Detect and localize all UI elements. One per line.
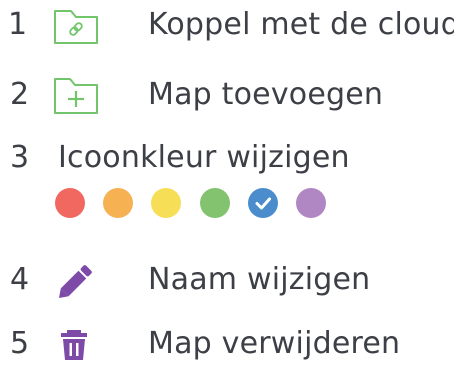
color-swatch-yellow[interactable] [151, 188, 181, 218]
menu-item-link-cloud[interactable]: 1 Koppel met de cloud [0, 3, 454, 47]
menu-item-label: Icoonkleur wijzigen [58, 140, 350, 175]
item-number: 4 [10, 262, 30, 297]
link-folder-icon [54, 10, 98, 44]
menu-item-delete[interactable]: 5 Map verwijderen [0, 322, 454, 366]
color-swatch-purple[interactable] [296, 188, 326, 218]
item-number: 3 [10, 140, 30, 175]
menu-item-label: Map verwijderen [148, 326, 401, 361]
color-swatch-blue[interactable] [248, 188, 278, 218]
color-swatch-red[interactable] [55, 188, 85, 218]
menu-item-label: Map toevoegen [148, 77, 384, 112]
add-folder-icon [54, 78, 98, 114]
pencil-icon [59, 265, 92, 298]
menu-item-label: Naam wijzigen [148, 262, 371, 297]
item-number: 2 [10, 77, 30, 112]
trash-icon [61, 330, 87, 360]
menu-item-icon-color: 3 Icoonkleur wijzigen [0, 136, 454, 180]
menu-item-add-folder[interactable]: 2 Map toevoegen [0, 73, 454, 117]
menu-item-label: Koppel met de cloud [148, 7, 454, 42]
color-swatch-orange[interactable] [103, 188, 133, 218]
item-number: 5 [10, 326, 30, 361]
item-number: 1 [8, 7, 28, 42]
menu-item-rename[interactable]: 4 Naam wijzigen [0, 258, 454, 302]
color-swatch-green[interactable] [200, 188, 230, 218]
color-swatch-row [55, 188, 355, 220]
checkmark-icon [255, 197, 271, 210]
